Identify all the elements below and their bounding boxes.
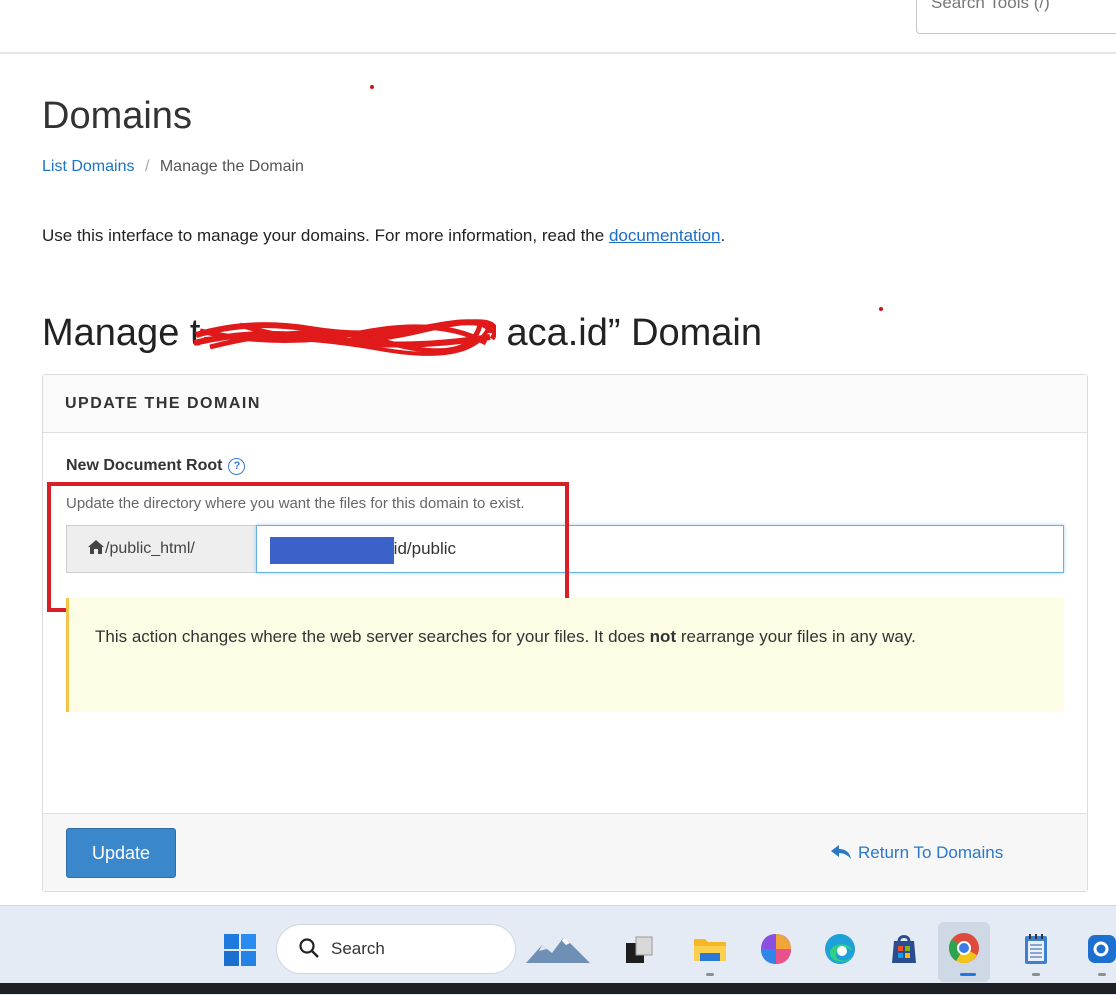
reply-arrow-icon bbox=[831, 845, 851, 859]
intro-text-end: . bbox=[720, 226, 726, 245]
notepad-icon[interactable] bbox=[1018, 931, 1054, 967]
taskbar-bottom-edge bbox=[0, 983, 1116, 994]
chrome-browser-icon[interactable] bbox=[946, 930, 982, 966]
breadcrumb: List Domains / Manage the Domain bbox=[42, 158, 304, 176]
help-icon[interactable]: ? bbox=[228, 458, 246, 475]
page-title: Domains bbox=[42, 95, 192, 137]
edge-browser-icon[interactable] bbox=[822, 931, 858, 967]
redaction-scribble-svg bbox=[193, 319, 497, 356]
copilot-icon[interactable] bbox=[758, 931, 794, 967]
active-app-indicator bbox=[960, 973, 976, 976]
taskbar-search-label: Search bbox=[331, 939, 385, 958]
notice-text-part1: This action changes where the web server… bbox=[95, 627, 650, 646]
highlight-box bbox=[47, 482, 569, 612]
update-button[interactable]: Update bbox=[66, 828, 176, 878]
intro-text-body: Use this interface to manage your domain… bbox=[42, 226, 609, 245]
search-tools-input[interactable]: Search Tools (/) bbox=[916, 0, 1116, 34]
breadcrumb-list-domains-link[interactable]: List Domains bbox=[42, 158, 134, 175]
notice-text-part2: rearrange your files in any way. bbox=[676, 627, 916, 646]
windows-start-icon[interactable] bbox=[222, 932, 258, 968]
task-view-icon[interactable] bbox=[622, 933, 656, 967]
running-app-indicator bbox=[1032, 973, 1040, 976]
notice-bold-text: not bbox=[649, 627, 677, 646]
weather-widget-icon[interactable] bbox=[522, 929, 594, 969]
manage-title-suffix: aca.id” Domain bbox=[506, 312, 763, 354]
intro-text: Use this interface to manage your domain… bbox=[42, 226, 725, 246]
breadcrumb-separator: / bbox=[144, 158, 150, 175]
warning-notice: This action changes where the web server… bbox=[66, 598, 1064, 712]
microsoft-store-icon[interactable] bbox=[886, 931, 922, 967]
file-explorer-icon[interactable] bbox=[692, 931, 728, 967]
document-root-label-text: New Document Root bbox=[66, 457, 223, 474]
running-app-indicator bbox=[1098, 973, 1106, 976]
return-to-domains-link[interactable]: Return To Domains bbox=[830, 843, 1003, 863]
return-to-domains-text: Return To Domains bbox=[858, 843, 1004, 862]
manage-title-prefix: Manage t bbox=[42, 312, 201, 354]
red-dot-marker bbox=[879, 307, 883, 311]
red-dot-marker bbox=[370, 85, 374, 89]
panel-header: UPDATE THE DOMAIN bbox=[43, 375, 1087, 433]
running-app-indicator bbox=[706, 973, 714, 976]
breadcrumb-current: Manage the Domain bbox=[159, 158, 304, 175]
document-root-label: New Document Root? bbox=[66, 457, 246, 475]
outlook-icon[interactable] bbox=[1084, 931, 1116, 967]
manage-domain-title: Manage t aca.id” Domain bbox=[42, 312, 763, 356]
redaction-scribble bbox=[193, 315, 506, 356]
search-icon bbox=[299, 938, 319, 958]
top-header-bar: Search Tools (/) bbox=[0, 0, 1116, 54]
documentation-link[interactable]: documentation bbox=[609, 226, 721, 245]
